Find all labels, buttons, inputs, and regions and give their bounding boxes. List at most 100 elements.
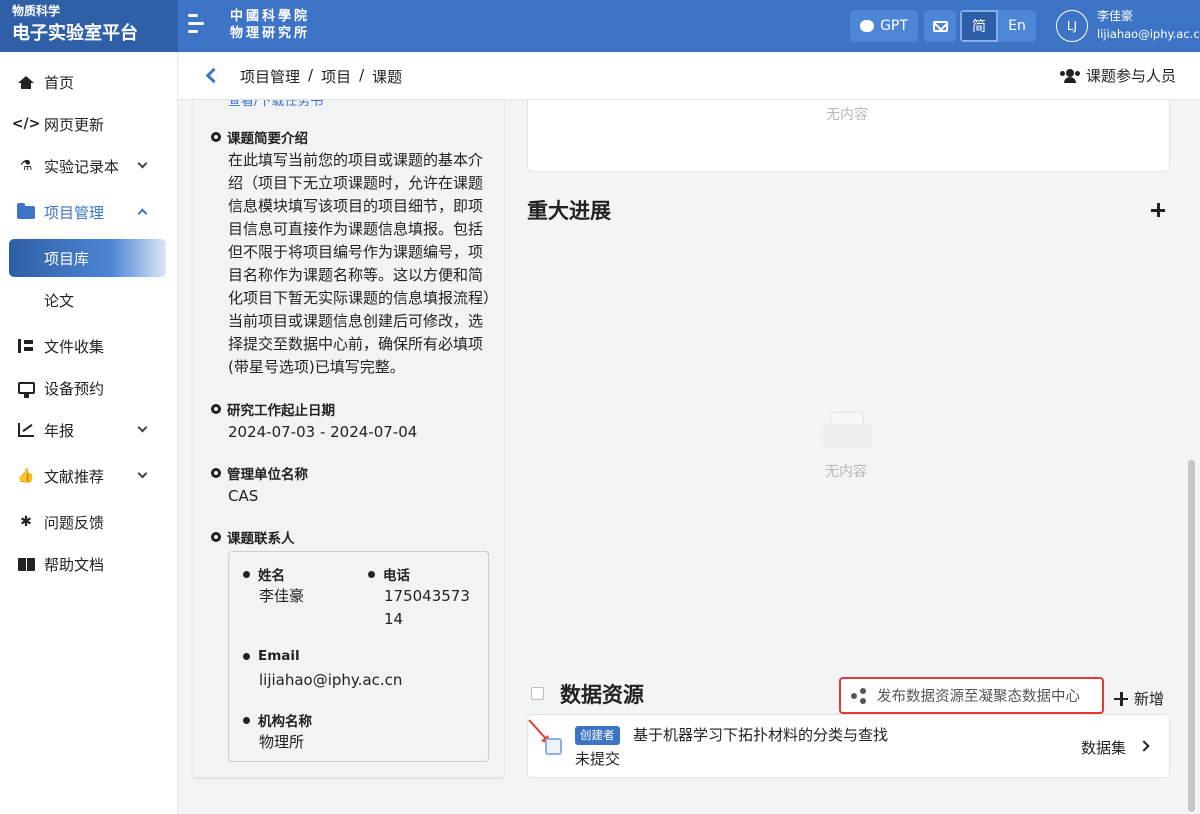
participants-button[interactable]: 课题参与人员 (1059, 65, 1176, 86)
contact-heading-label: 课题联系人 (227, 531, 295, 547)
sidebar-subitem-papers[interactable]: 论文 (9, 281, 166, 319)
sidebar-item-feedback[interactable]: ✱ 问题反馈 (0, 502, 178, 542)
bullet-ring-icon (211, 404, 221, 414)
sidebar-item-annual-report[interactable]: 年报 (0, 410, 178, 450)
avatar[interactable]: LJ (1056, 10, 1088, 42)
sidebar-item-label: 设备预约 (44, 379, 105, 398)
dataset-status: 未提交 (575, 750, 621, 768)
chevron-down-icon (137, 158, 148, 169)
contact-heading: 课题联系人 (211, 527, 295, 547)
bullet-ring-icon (211, 132, 221, 142)
sidebar-item-home[interactable]: 首页 (0, 62, 178, 102)
breadcrumb: 项目管理 / 项目 / 课题 (240, 66, 402, 87)
lang-en-button[interactable]: En (998, 10, 1036, 42)
unit-heading-label: 管理单位名称 (227, 467, 308, 483)
monitor-icon (17, 379, 35, 398)
plus-icon (1114, 691, 1128, 706)
sidebar-item-project-management[interactable]: 项目管理 (0, 192, 178, 232)
contact-org-label-text: 机构名称 (258, 714, 312, 730)
select-all-checkbox[interactable] (531, 687, 544, 700)
sidebar-item-label: 项目管理 (44, 203, 105, 222)
empty-inbox-icon (822, 412, 872, 448)
period-value: 2024-07-03 - 2024-07-04 (228, 423, 418, 441)
institute-logo-line2: 物理研究所 (230, 26, 311, 41)
contact-org-label: 机构名称 (243, 710, 312, 730)
intro-heading-label: 课题简要介绍 (227, 131, 308, 147)
sidebar-item-label: 年报 (44, 421, 75, 440)
institute-logo-line1: 中國科學院 (230, 9, 311, 24)
breadcrumb-separator: / (308, 66, 314, 84)
sidebar-subitem-project-library[interactable]: 项目库 (9, 239, 166, 277)
user-email[interactable]: lijiahao@iphy.ac.cn (1097, 27, 1200, 42)
previous-section-card: 无内容 (527, 100, 1170, 172)
breadcrumb-item[interactable]: 项目 (321, 66, 351, 87)
menu-toggle-icon[interactable] (188, 14, 210, 38)
add-data-label: 新增 (1134, 690, 1165, 708)
intro-text: 在此填写当前您的项目或课题的基本介绍（项目下无立项课题时，允许在课题信息模块填写… (228, 151, 491, 376)
contact-email-label: Email (243, 648, 300, 664)
sidebar-item-label: 帮助文档 (44, 555, 105, 574)
lang-zh-button[interactable]: 简 (960, 10, 998, 42)
progress-empty-text: 无内容 (825, 464, 867, 480)
language-switch: 简 En (960, 10, 1036, 42)
sidebar-item-label: 网页更新 (44, 115, 105, 134)
users-icon (1059, 68, 1080, 83)
sidebar-item-file-collection[interactable]: 文件收集 (0, 326, 178, 366)
contact-phone-label-text: 电话 (383, 568, 410, 584)
project-info-card: 查看/下载任务书 课题简要介绍 在此填写当前您的项目或课题的基本介绍（项目下无立… (193, 100, 504, 777)
user-name[interactable]: 李佳豪 (1097, 9, 1133, 24)
flask-icon: ⚗ (19, 158, 33, 174)
back-arrow-icon[interactable] (205, 67, 222, 84)
contact-phone-value: 175043573 14 (384, 585, 470, 631)
code-icon: </> (11, 116, 41, 132)
intro-heading: 课题简要介绍 (211, 127, 308, 147)
sidebar-item-help[interactable]: 帮助文档 (0, 544, 178, 584)
publish-data-label: 发布数据资源至凝聚态数据中心 (877, 689, 1080, 705)
brand-title: 电子实验室平台 (12, 23, 138, 44)
add-progress-plus-icon[interactable] (1151, 203, 1165, 217)
bullet-ring-icon (211, 532, 221, 542)
breadcrumb-item[interactable]: 项目管理 (240, 66, 300, 87)
sidebar-item-notebook[interactable]: ⚗ 实验记录本 (0, 146, 178, 186)
envelope-icon (932, 20, 948, 32)
folder-icon (17, 202, 35, 221)
sidebar-item-label: 实验记录本 (44, 157, 120, 176)
tree-icon (17, 337, 35, 355)
bug-icon: ✱ (20, 514, 32, 530)
sidebar-item-label: 文献推荐 (44, 467, 105, 486)
dataset-checkbox[interactable] (545, 738, 562, 755)
task-document-link[interactable]: 查看/下载任务书 (228, 100, 323, 109)
bullet-ring-icon (211, 468, 221, 478)
unit-heading: 管理单位名称 (211, 463, 308, 483)
sidebar-item-equipment[interactable]: 设备预约 (0, 368, 178, 408)
add-data-button[interactable]: 新增 (1114, 688, 1164, 709)
sidebar: 首页 </> 网页更新 ⚗ 实验记录本 项目管理 项目库 论文 文件收集 设备预… (0, 52, 178, 814)
contact-email-label-text: Email (258, 648, 300, 664)
data-resources-title: 数据资源 (560, 683, 644, 707)
brand-block[interactable]: 物质科学 电子实验室平台 (0, 0, 178, 52)
bullet-dot-icon (368, 570, 375, 578)
publish-data-button[interactable]: 发布数据资源至凝聚态数据中心 (839, 677, 1104, 714)
contact-phone-line1: 175043573 (384, 587, 470, 605)
creator-badge: 创建者 (575, 726, 620, 745)
mail-button[interactable] (924, 10, 956, 42)
contact-email-value: lijiahao@iphy.ac.cn (259, 671, 403, 689)
share-icon (851, 687, 867, 704)
thumbs-up-icon: 👍 (17, 468, 35, 484)
bullet-dot-icon (243, 652, 250, 660)
contact-name-label: 姓名 (243, 564, 285, 584)
dataset-type: 数据集 (1081, 739, 1127, 757)
contact-org-value: 物理所 (259, 733, 305, 751)
sidebar-item-updates[interactable]: </> 网页更新 (0, 104, 178, 144)
page-scrollbar[interactable] (1188, 460, 1195, 812)
chevron-down-icon (137, 422, 148, 433)
sidebar-item-literature[interactable]: 👍 文献推荐 (0, 456, 178, 496)
gpt-label: GPT (880, 18, 908, 34)
gpt-button[interactable]: GPT (850, 10, 918, 42)
bullet-dot-icon (243, 716, 250, 724)
institute-logo: 中國科學院 物理研究所 (230, 8, 310, 42)
book-icon (17, 555, 35, 573)
dataset-title[interactable]: 基于机器学习下拓扑材料的分类与查找 (633, 724, 888, 745)
progress-title: 重大进展 (527, 199, 611, 223)
period-heading-label: 研究工作起止日期 (227, 403, 335, 419)
